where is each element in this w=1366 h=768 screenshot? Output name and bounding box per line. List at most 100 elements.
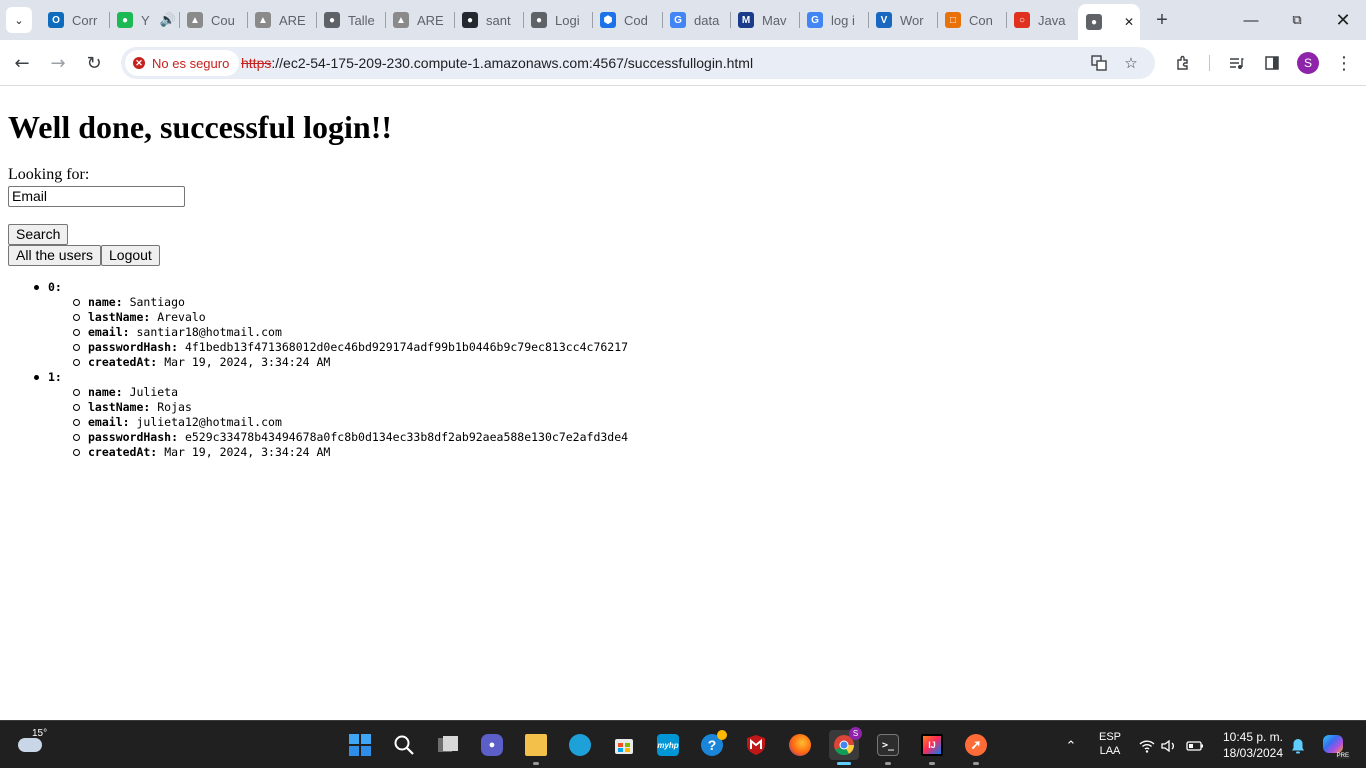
battery-icon[interactable]	[1186, 737, 1204, 755]
store-button[interactable]	[609, 730, 639, 760]
bookmark-star-icon[interactable]: ☆	[1120, 52, 1142, 74]
tab-separator	[868, 12, 869, 28]
globe-icon: ●	[1086, 14, 1102, 30]
language-code: ESP	[1098, 731, 1121, 743]
firefox-button[interactable]	[785, 730, 815, 760]
copilot-button[interactable]: PRE	[1322, 733, 1350, 759]
tab-separator	[316, 12, 317, 28]
browser-tab[interactable]: Glog i	[807, 6, 869, 34]
get-help-button[interactable]: ?	[697, 730, 727, 760]
speaker-icon[interactable]: 🔊	[160, 12, 176, 28]
field-key: lastName:	[88, 310, 151, 324]
browser-tab[interactable]: M Mav	[738, 6, 800, 34]
browser-tab[interactable]: ● sant	[462, 6, 524, 34]
browser-tab[interactable]: Gdata	[670, 6, 732, 34]
tab-separator	[247, 12, 248, 28]
field-key: email:	[88, 325, 130, 339]
terminal-button[interactable]: >_	[873, 730, 903, 765]
chrome-profile-badge: S	[849, 727, 862, 740]
field-key: createdAt:	[88, 355, 158, 369]
browser-tab[interactable]: ▲ Cou	[187, 6, 249, 34]
tab-label: Y	[141, 12, 150, 28]
user-fields: name: Julieta lastName: Rojas email: jul…	[48, 385, 628, 460]
back-button[interactable]: ←	[8, 49, 36, 77]
side-panel-icon[interactable]	[1260, 51, 1284, 75]
profile-avatar[interactable]: S	[1297, 52, 1319, 74]
minimize-button[interactable]: —	[1228, 0, 1274, 40]
browser-tab[interactable]: ● Y 🔊	[117, 6, 179, 34]
chrome-button[interactable]: S	[829, 727, 862, 765]
user-fields: name: Santiago lastName: Arevalo email: …	[48, 295, 628, 370]
translate-icon[interactable]	[1088, 52, 1110, 74]
browser-tab[interactable]: ● Talle	[324, 6, 386, 34]
camera-chat-icon: ●	[481, 734, 503, 756]
intellij-button[interactable]: IJ	[917, 730, 947, 765]
address-bar[interactable]: ✕ No es seguro https://ec2-54-175-209-23…	[121, 47, 1155, 79]
close-tab-icon[interactable]: ✕	[1124, 15, 1134, 29]
tab-separator	[592, 12, 593, 28]
edge-icon	[569, 734, 591, 756]
browser-tab[interactable]: ● Logi	[531, 6, 593, 34]
tab-separator	[523, 12, 524, 28]
wifi-icon[interactable]	[1138, 737, 1156, 755]
browser-tab[interactable]: ○ Java	[1014, 6, 1076, 34]
browser-toolbar: ← → ↻ ✕ No es seguro https://ec2-54-175-…	[0, 40, 1366, 86]
field-value: santiar18@hotmail.com	[136, 325, 282, 339]
task-view-icon	[438, 736, 458, 752]
tab-label: Cod	[624, 12, 648, 28]
github-icon: ●	[462, 12, 478, 28]
logout-button[interactable]: Logout	[101, 245, 160, 266]
security-label: No es seguro	[152, 55, 230, 71]
file-explorer-button[interactable]	[521, 730, 551, 765]
mcafee-button[interactable]	[741, 730, 771, 760]
start-button[interactable]	[345, 730, 375, 760]
browser-tab[interactable]: ▲ ARE	[255, 6, 317, 34]
menu-kebab-icon[interactable]: ⋮	[1332, 51, 1356, 75]
field-value: Santiago	[129, 295, 185, 309]
search-button[interactable]: Search	[8, 224, 69, 245]
site-security-chip[interactable]: ✕ No es seguro	[125, 50, 240, 76]
browser-tab[interactable]: ⬢ Cod	[600, 6, 662, 34]
chevron-down-icon: ⌄	[14, 13, 24, 27]
field-key: passwordHash:	[88, 340, 179, 354]
close-window-button[interactable]: ✕	[1320, 0, 1366, 40]
clock[interactable]: 10:45 p. m. 18/03/2024	[1214, 730, 1292, 760]
tab-search-button[interactable]: ⌄	[6, 7, 32, 33]
extensions-icon[interactable]	[1171, 51, 1195, 75]
browser-tab[interactable]: □ Con	[945, 6, 1007, 34]
restore-button[interactable]: ⧉	[1274, 0, 1320, 40]
new-tab-button[interactable]: +	[1150, 8, 1174, 32]
teams-chat-button[interactable]: ●	[477, 730, 507, 760]
task-view-button[interactable]	[433, 730, 463, 760]
tab-separator	[937, 12, 938, 28]
running-indicator	[533, 762, 539, 765]
running-indicator	[929, 762, 935, 765]
reload-button[interactable]: ↻	[80, 49, 108, 77]
all-users-button[interactable]: All the users	[8, 245, 102, 266]
tab-strip: ⌄ O Corr ● Y 🔊 ▲ Cou ▲ ARE ● Talle ▲ ARE ● sant ● Logi ⬢ C…	[0, 0, 1366, 40]
notification-bell-icon[interactable]	[1289, 737, 1307, 755]
volume-icon[interactable]	[1160, 737, 1178, 755]
input-language-button[interactable]: ESP LAA	[1096, 731, 1124, 757]
myhp-button[interactable]: myhp	[653, 730, 683, 760]
browser-tab[interactable]: V Wor	[876, 6, 938, 34]
show-hidden-icons-button[interactable]: ⌃	[1062, 737, 1080, 755]
browser-tab[interactable]: O Corr	[48, 6, 110, 34]
postman-button[interactable]: ➚	[961, 730, 991, 765]
media-control-icon[interactable]	[1224, 51, 1248, 75]
tab-label: Wor	[900, 12, 924, 28]
weather-widget[interactable]: 15°	[14, 728, 54, 758]
browser-tab[interactable]: ▲ ARE	[393, 6, 455, 34]
browser-tab[interactable]: ● ✕	[1078, 4, 1140, 40]
tab-label: Logi	[555, 12, 580, 28]
tab-label: data	[694, 12, 720, 28]
taskbar-search-button[interactable]	[389, 730, 419, 760]
forward-button[interactable]: →	[44, 49, 72, 77]
tab-label: ARE	[279, 12, 306, 28]
keyboard-layout: LAA	[1099, 745, 1121, 757]
search-input[interactable]: Email	[8, 186, 185, 207]
edge-button[interactable]	[565, 730, 595, 760]
postman-icon: ➚	[965, 734, 987, 756]
url-text[interactable]: https://ec2-54-175-209-230.compute-1.ama…	[241, 47, 753, 79]
google-icon: G	[670, 12, 686, 28]
